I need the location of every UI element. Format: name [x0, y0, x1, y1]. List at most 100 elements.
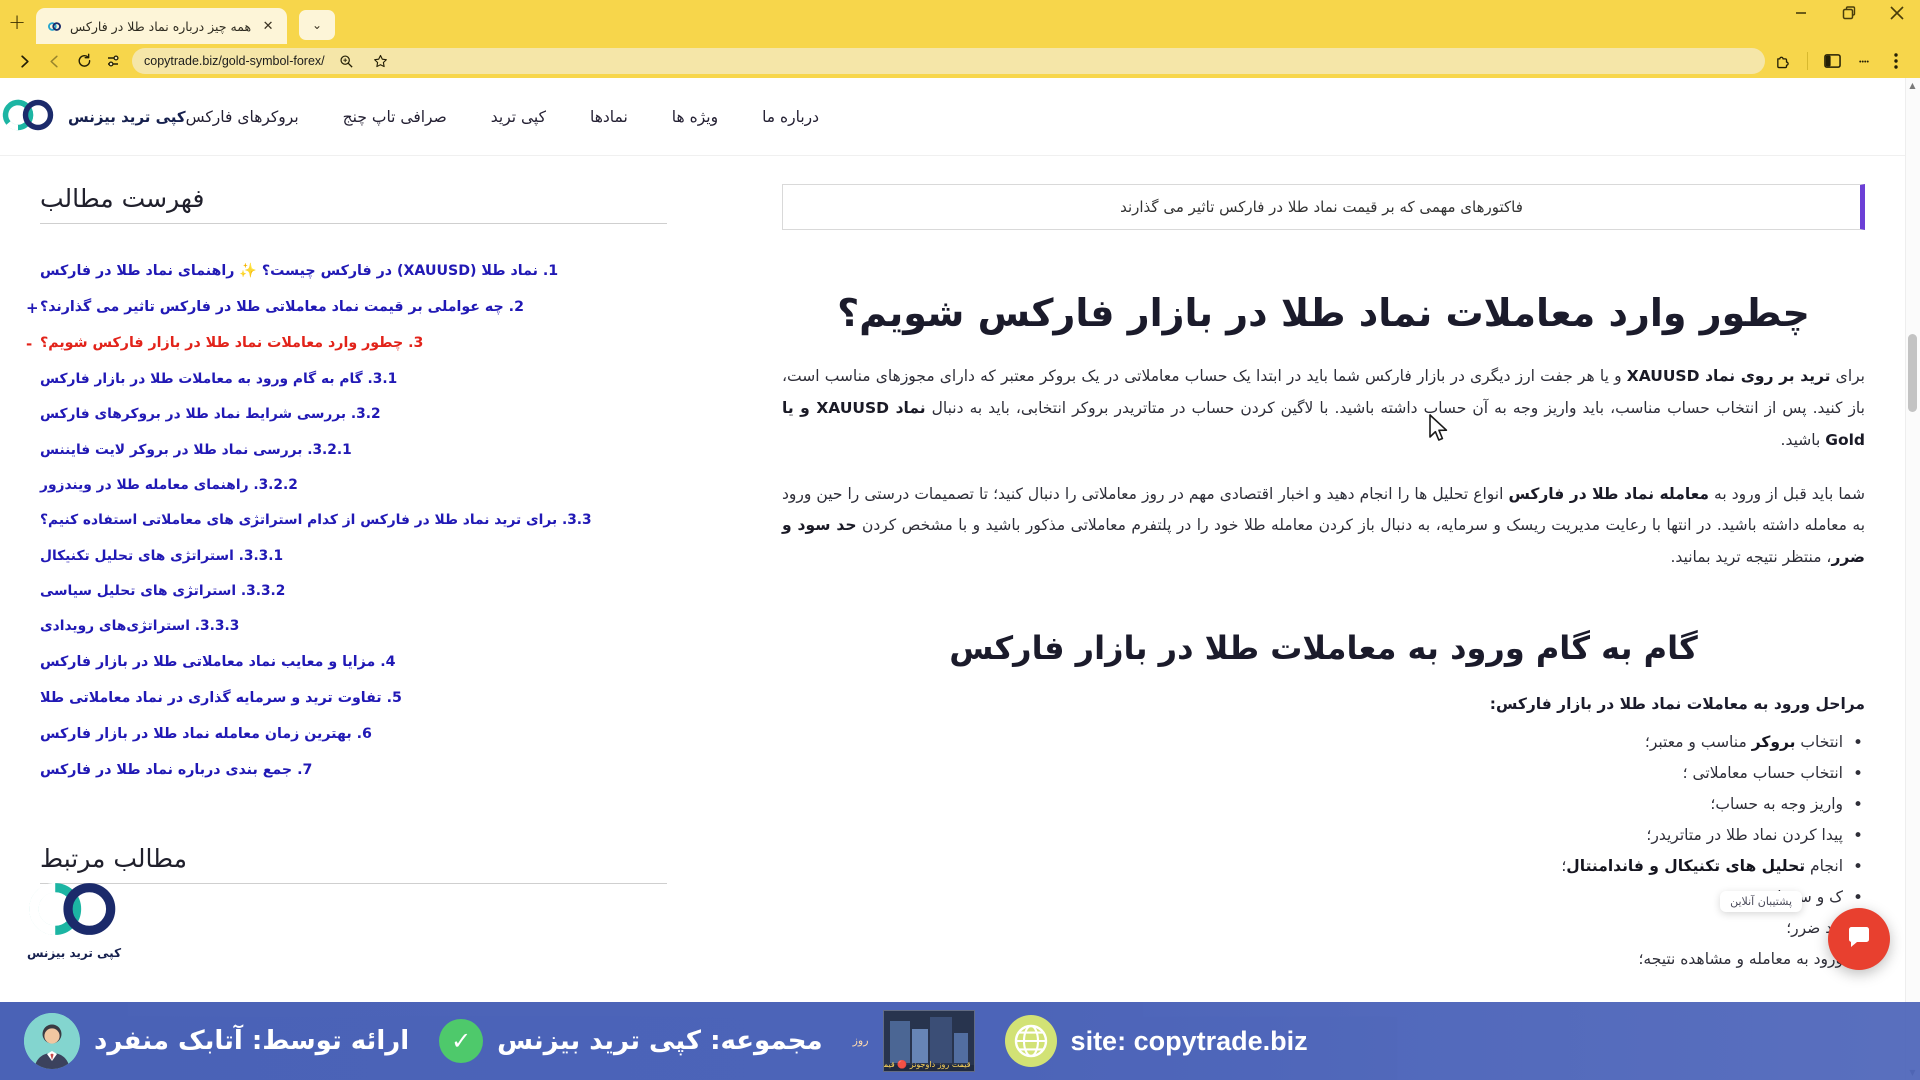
toc-item-6[interactable]: 6. بهترین زمان معامله نماد طلا در بازار … [40, 723, 667, 746]
tab-strip: ⌄ همه چیز درباره نماد طلا در فارکس ✕ + [0, 0, 1920, 44]
presenter-label: ارائه توسط: آتابک منفرد [94, 1026, 410, 1056]
chat-tooltip: پشتیبان آنلاین [1720, 891, 1802, 912]
toc-item-3-2-2[interactable]: 3.2.2. راهنمای معامله طلا در ویندزور [40, 474, 667, 496]
p1-part-c: باشید. [1780, 430, 1826, 449]
page-scrollbar[interactable]: ▲ ▼ [1905, 78, 1920, 1080]
site-settings-button[interactable] [100, 48, 128, 74]
toc-item-3-2-1[interactable]: 3.2.1. بررسی نماد طلا در بروکر لایت فاین… [40, 439, 667, 461]
nav-item-symbols[interactable]: نمادها [590, 102, 628, 132]
toc-item-label: 3. چطور وارد معاملات نماد طلا در بازار ف… [40, 335, 424, 351]
toc-item-3-3-3[interactable]: 3.3.3. استراتژی‌های رویدادی [40, 615, 667, 637]
nav-item-copy-trade[interactable]: کپی ترید [491, 102, 546, 132]
toc-item-2[interactable]: + 2. چه عواملی بر قیمت نماد معاملاتی طلا… [26, 296, 667, 319]
bookmark-star-icon[interactable] [367, 48, 395, 74]
address-bar[interactable]: copytrade.biz/gold-symbol-forex/ [132, 48, 1765, 74]
browser-tab[interactable]: همه چیز درباره نماد طلا در فارکس ✕ [36, 8, 288, 44]
presenter-avatar [24, 1013, 80, 1069]
toc-item-label: 3.3.1. استراتژی های تحلیل تکنیکال [40, 547, 284, 564]
step-pre: واریز وجه به حساب؛ [1710, 794, 1843, 813]
back-button[interactable] [40, 48, 68, 74]
toc-item-label: 1. نماد طلا (XAUUSD) در فارکس چیست؟ ✨ را… [40, 263, 559, 279]
toc-collapse-icon[interactable]: - [26, 332, 32, 356]
chat-bubble-icon [1844, 922, 1874, 956]
toc-item-label: 4. مزایا و معایب نماد معاملاتی طلا در با… [40, 653, 396, 670]
toc-item-4[interactable]: 4. مزایا و معایب نماد معاملاتی طلا در با… [40, 651, 667, 674]
globe-icon [1004, 1015, 1057, 1067]
address-bar-left-icons [333, 48, 395, 74]
toc-item-3-2[interactable]: 3.2. بررسی شرایط نماد طلا در بروکرهای فا… [40, 403, 667, 425]
toc-heading: فهرست مطالب [40, 184, 667, 224]
browser-tab-title: همه چیز درباره نماد طلا در فارکس [70, 18, 252, 34]
step-post: مناسب و معتبر؛ [1644, 732, 1752, 751]
sub-section-title: گام به گام ورود به معاملات طلا در بازار … [949, 628, 1698, 667]
toc-item-label: 2. چه عواملی بر قیمت نماد معاملاتی طلا د… [40, 299, 524, 315]
browser-chrome: ⌄ همه چیز درباره نماد طلا در فارکس ✕ + •… [0, 0, 1920, 78]
notice-text: فاکتورهای مهمی که بر قیمت نماد طلا در فا… [1120, 198, 1523, 216]
list-item: انجام تحلیل های تکنیکال و فاندامنتال؛ [782, 850, 1865, 884]
step-pre: ورود به معامله و مشاهده نتیجه؛ [1638, 949, 1843, 968]
extensions-button[interactable] [1769, 48, 1797, 74]
watermark-logo: کپی ترید بیزنس [22, 880, 126, 960]
window-restore-button[interactable] [1836, 6, 1856, 26]
toc-item-3-3-1[interactable]: 3.3.1. استراتژی های تحلیل تکنیکال [40, 545, 667, 567]
chevron-down-icon: ⌄ [312, 18, 323, 32]
scroll-up-arrow[interactable]: ▲ [1907, 80, 1918, 91]
toc-item-label: 3.3. برای ترید نماد طلا در فارکس از کدام… [40, 512, 592, 529]
toc-item-1[interactable]: 1. نماد طلا (XAUUSD) در فارکس چیست؟ ✨ را… [40, 260, 667, 283]
site-group: site: copytrade.biz [1004, 1015, 1308, 1067]
toc-item-3-1[interactable]: 3.1. گام به گام ورود به معاملات طلا در ب… [40, 368, 667, 390]
toc-item-3-3[interactable]: 3.3. برای ترید نماد طلا در فارکس از کدام… [40, 509, 667, 531]
toc-item-7[interactable]: 7. جمع بندی درباره نماد طلا در فارکس [40, 759, 667, 782]
paragraph-1: برای ترید بر روی نماد XAUUSD و یا هر جفت… [782, 361, 1865, 456]
collection-label: مجموعه: کپی ترید بیزنس [497, 1026, 823, 1056]
sidebar-toggle-button[interactable] [1818, 48, 1846, 74]
steps-list: انتخاب بروکر مناسب و معتبر؛ انتخاب حساب … [782, 726, 1865, 977]
svg-text:••••: •••• [1859, 59, 1869, 66]
collection-group: ✓ مجموعه: کپی ترید بیزنس [439, 1019, 823, 1063]
nav-item-topchange-exchange[interactable]: صرافی تاپ چنج [343, 102, 447, 132]
toc-item-5[interactable]: 5. تفاوت ترید و سرمایه گذاری در نماد معا… [40, 687, 667, 710]
list-item: پیدا کردن نماد طلا در متاتریدر؛ [782, 819, 1865, 853]
tab-search-button[interactable]: ⌄ [299, 10, 336, 40]
window-controls [1788, 0, 1920, 44]
toc-expand-icon[interactable]: + [26, 296, 39, 320]
site-nav: بروکرهای فارکس صرافی تاپ چنج کپی ترید نم… [186, 102, 819, 132]
site-brand-name: کپی ترید بیزنس [68, 107, 186, 126]
zoom-search-icon[interactable] [333, 48, 361, 74]
toc-item-label: 3.3.2. استراتژی های تحلیل سیاسی [40, 583, 286, 600]
step-pre: انجام [1805, 856, 1843, 875]
toc-item-3-3-2[interactable]: 3.3.2. استراتژی های تحلیل سیاسی [40, 580, 667, 602]
toc-item-label: 6. بهترین زمان معامله نماد طلا در بازار … [40, 725, 372, 742]
window-close-button[interactable] [1884, 6, 1904, 26]
watermark-brand-name: کپی ترید بیزنس [26, 946, 122, 960]
scrollbar-thumb[interactable] [1908, 334, 1917, 412]
p2-part-c: ، منتظر نتیجه ترید بمانید. [1670, 548, 1832, 567]
toolbar-divider [1807, 52, 1808, 70]
nav-item-specials[interactable]: ویژه ها [672, 102, 718, 132]
toc-list: 1. نماد طلا (XAUUSD) در فارکس چیست؟ ✨ را… [26, 260, 667, 782]
page-viewport: کپی ترید بیزنس بروکرهای فارکس صرافی تاپ … [0, 78, 1920, 1080]
forward-button[interactable] [10, 48, 38, 74]
site-logo[interactable]: کپی ترید بیزنس [0, 98, 186, 136]
nav-item-forex-brokers[interactable]: بروکرهای فارکس [186, 102, 299, 132]
chat-fab-button[interactable] [1828, 908, 1890, 970]
list-item: حد ضرر؛ [782, 912, 1865, 946]
new-tab-button[interactable]: + [0, 5, 34, 39]
window-minimize-button[interactable] [1788, 6, 1808, 26]
presenter-group: ارائه توسط: آتابک منفرد [24, 1013, 409, 1069]
thumbnail-caption: قیمت روز داوجونز 🔴 قیمت زنده داوجونز را … [883, 1060, 971, 1069]
reload-button[interactable] [70, 48, 98, 74]
p2-part-a: شما باید قبل از ورود به [1709, 484, 1865, 503]
toc-item-3[interactable]: - 3. چطور وارد معاملات نماد طلا در بازار… [26, 332, 667, 355]
check-glyph: ✓ [451, 1027, 472, 1055]
p1-part-a: برای [1830, 367, 1865, 386]
copytrade-business-logo-icon [22, 880, 126, 942]
paragraph-2: شما باید قبل از ورود به معامله نماد طلا … [782, 479, 1865, 574]
toc-item-label: 3.2. بررسی شرایط نماد طلا در بروکرهای فا… [40, 406, 381, 423]
toc-item-label: 7. جمع بندی درباره نماد طلا در فارکس [40, 761, 313, 778]
browser-menu-button[interactable] [1882, 48, 1910, 74]
profile-avatar-button[interactable]: •••• [1850, 48, 1878, 74]
site-label: site: copytrade.biz [1070, 1025, 1308, 1056]
nav-item-about-us[interactable]: درباره ما [762, 102, 819, 132]
close-icon[interactable]: ✕ [259, 17, 277, 35]
